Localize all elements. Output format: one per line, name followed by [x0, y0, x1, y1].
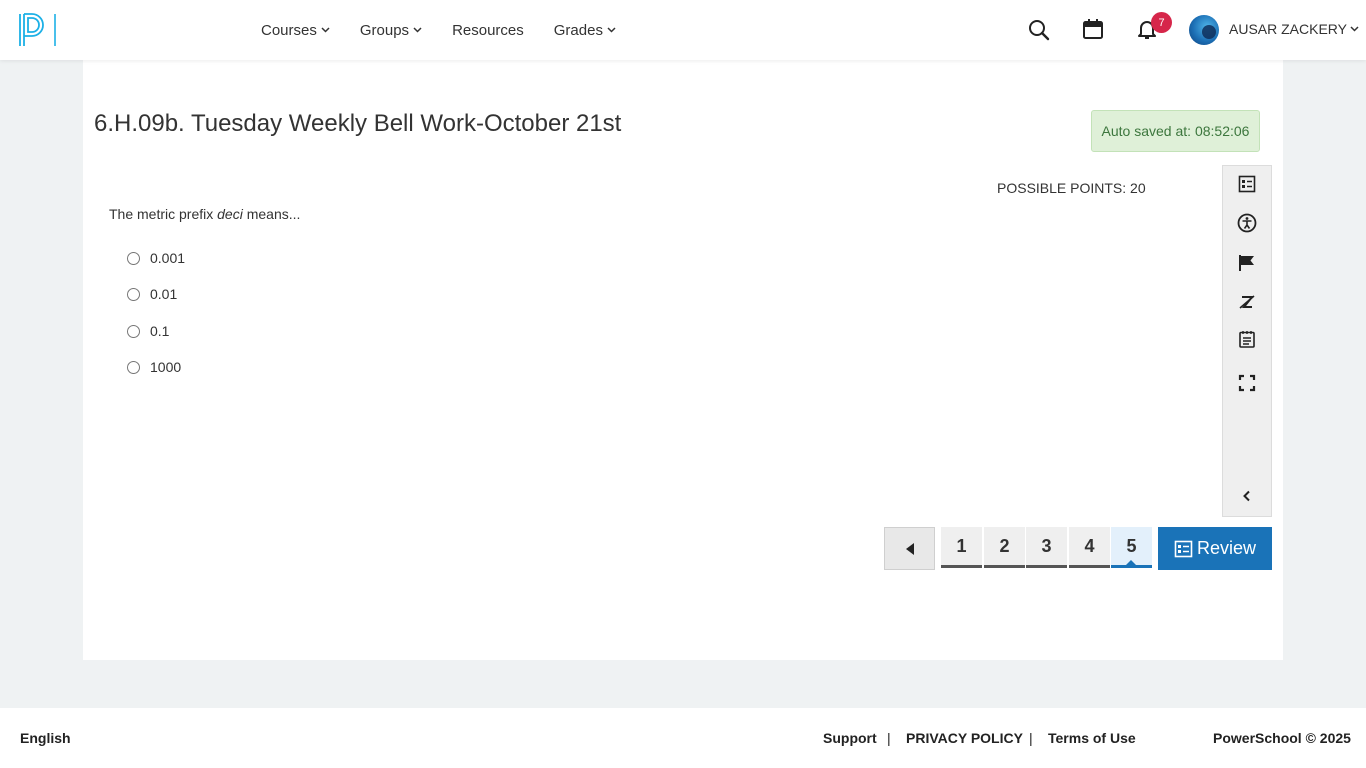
autosave-status: Auto saved at: 08:52:06 [1091, 110, 1260, 152]
page-button-5[interactable]: 5 [1111, 527, 1152, 568]
nav-grades[interactable]: Grades [554, 22, 616, 39]
fullscreen-icon[interactable] [1235, 371, 1259, 395]
nav-resources-label: Resources [452, 21, 524, 39]
page-button-3[interactable]: 3 [1026, 527, 1067, 568]
language-selector[interactable]: English [20, 730, 71, 746]
page-button-2[interactable]: 2 [984, 527, 1025, 568]
page-title: 6.H.09b. Tuesday Weekly Bell Work-Octobe… [94, 110, 622, 137]
answer-option-1[interactable]: 0.001 [127, 248, 185, 268]
calendar-icon[interactable] [1081, 17, 1105, 41]
nav-grades-label: Grades [553, 21, 603, 39]
review-button[interactable]: Review [1158, 527, 1272, 570]
question-suffix: means... [242, 206, 301, 222]
answer-option-label: 0.01 [150, 286, 178, 302]
user-name: AUSAR ZACKERY [1229, 21, 1347, 37]
powerschool-logo[interactable] [18, 12, 58, 48]
nav-courses-label: Courses [261, 21, 317, 39]
user-menu[interactable]: AUSAR ZACKERY [1229, 21, 1359, 37]
footer: English Support | PRIVACY POLICY | Terms… [0, 708, 1366, 768]
answer-option-label: 0.001 [150, 250, 186, 266]
question-prefix: The metric prefix [109, 206, 218, 222]
radio-button[interactable] [127, 324, 140, 338]
flag-icon[interactable] [1235, 251, 1259, 275]
nav-courses[interactable]: Courses [261, 22, 330, 39]
caret-left-icon [905, 542, 914, 555]
question-term: deci [217, 206, 243, 222]
answer-option-3[interactable]: 0.1 [127, 321, 169, 341]
collapse-icon[interactable] [1235, 484, 1259, 508]
copyright-text: PowerSchool © 2025 [1213, 730, 1351, 746]
notification-badge: 7 [1151, 12, 1172, 33]
top-navigation-bar: Courses Groups Resources Grades 7 AUSAR … [0, 0, 1366, 60]
accessibility-icon[interactable] [1235, 211, 1259, 235]
footer-separator: | [887, 730, 891, 746]
support-link[interactable]: Support [823, 730, 877, 746]
terms-of-use-link[interactable]: Terms of Use [1048, 730, 1136, 746]
radio-button[interactable] [127, 360, 140, 374]
chevron-down-icon [321, 27, 330, 33]
review-list-icon [1174, 540, 1193, 557]
notepad-icon[interactable] [1235, 327, 1259, 351]
chevron-down-icon [607, 27, 616, 33]
radio-button[interactable] [127, 251, 140, 265]
chevron-down-icon [413, 27, 422, 33]
privacy-policy-link[interactable]: PRIVACY POLICY [906, 730, 1023, 746]
nav-groups[interactable]: Groups [360, 22, 422, 39]
answer-option-2[interactable]: 0.01 [127, 284, 177, 304]
nav-groups-label: Groups [359, 21, 410, 39]
review-label: Review [1196, 538, 1257, 558]
answer-option-label: 0.1 [150, 323, 170, 339]
possible-points: POSSIBLE POINTS: 20 [997, 180, 1146, 196]
chevron-down-icon [1350, 26, 1359, 32]
answer-option-4[interactable]: 1000 [127, 357, 181, 377]
avatar[interactable] [1189, 15, 1219, 45]
main-nav: Courses Groups Resources Grades [261, 0, 646, 60]
answer-option-label: 1000 [150, 359, 182, 375]
page-button-4[interactable]: 4 [1069, 527, 1110, 568]
strikethrough-icon[interactable] [1235, 290, 1259, 314]
tools-sidebar [1222, 165, 1272, 517]
page-button-1[interactable]: 1 [941, 527, 982, 568]
question-list-icon[interactable] [1235, 172, 1259, 196]
previous-question-button[interactable] [884, 527, 935, 570]
search-icon[interactable] [1027, 18, 1051, 42]
question-text: The metric prefix deci means... [109, 206, 300, 222]
footer-separator: | [1029, 730, 1033, 746]
nav-resources[interactable]: Resources [452, 22, 524, 39]
radio-button[interactable] [127, 287, 140, 301]
